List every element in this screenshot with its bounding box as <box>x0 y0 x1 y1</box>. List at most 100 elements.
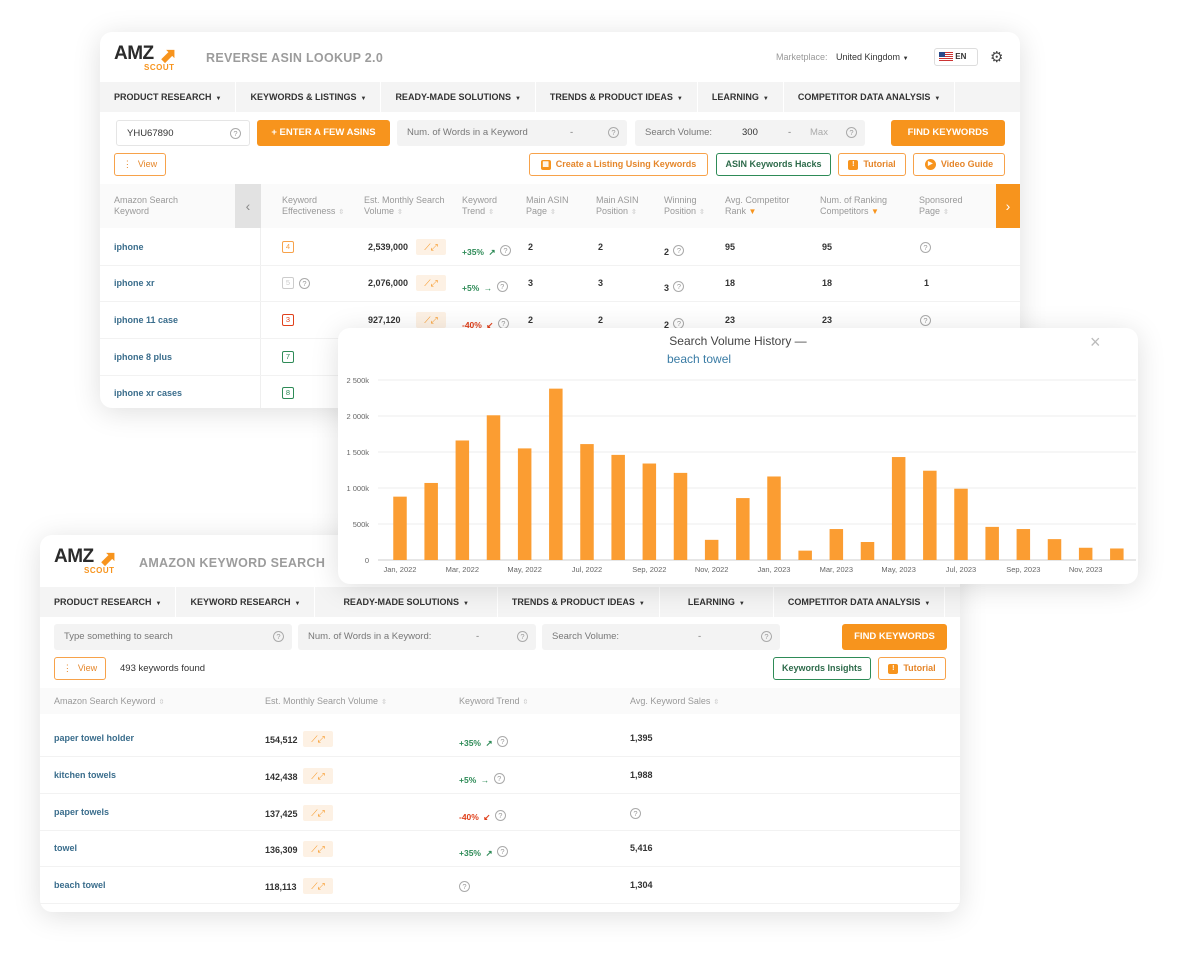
header-effectiveness[interactable]: Keyword Effectiveness ⇳ <box>282 195 352 218</box>
header-keyword[interactable]: Amazon Search Keyword <box>114 195 204 217</box>
trend-sparkline-icon[interactable]: ⟋⤢ <box>303 768 333 784</box>
filter-icon[interactable]: ▼ <box>749 207 757 216</box>
trend-sparkline-icon[interactable]: ⟋⤢ <box>416 239 446 255</box>
gear-icon[interactable]: ⚙ <box>990 48 1003 66</box>
avg-keyword-sales: 1,395 <box>630 733 653 743</box>
keyword-link[interactable]: paper towels <box>54 807 109 817</box>
keyword-link[interactable]: kitchen towels <box>54 770 116 780</box>
header-sponsored[interactable]: Sponsored Page ⇳ <box>919 195 979 218</box>
enter-asins-button[interactable]: + ENTER A FEW ASINS <box>257 120 390 146</box>
nav-learning[interactable]: LEARNING ▼ <box>698 82 784 112</box>
keyword-link[interactable]: iphone xr cases <box>114 388 182 398</box>
search-volume-max: Max <box>810 127 828 138</box>
tutorial-icon: ! <box>848 159 859 170</box>
nav-competitor[interactable]: COMPETITOR DATA ANALYSIS ▼ <box>784 82 956 112</box>
help-icon[interactable]: ? <box>496 281 508 293</box>
help-icon[interactable]: ? <box>230 128 241 139</box>
trend-sparkline-icon[interactable]: ⟋⤢ <box>416 312 446 328</box>
header-monthly[interactable]: Est. Monthly Search Volume ⇳ <box>265 696 387 708</box>
search-input[interactable]: Type something to search? <box>54 624 292 650</box>
tutorial-button[interactable]: ! Tutorial <box>878 657 946 680</box>
tutorial-button[interactable]: ! Tutorial <box>838 153 906 176</box>
nav-product-research[interactable]: PRODUCT RESEARCH ▼ <box>100 82 237 112</box>
header-main-page[interactable]: Main ASIN Page ⇳ <box>526 195 586 218</box>
amzscout-logo[interactable]: AMZ ⬈ SCOUT <box>54 546 117 575</box>
help-icon[interactable]: ? <box>517 631 528 642</box>
header-keyword[interactable]: Amazon Search Keyword ⇳ <box>54 696 164 708</box>
header-trend[interactable]: Keyword Trend ⇳ <box>459 696 528 708</box>
help-icon[interactable]: ? <box>846 127 857 138</box>
header-monthly[interactable]: Est. Monthly Search Volume ⇳ <box>364 195 450 218</box>
monthly-volume: 2,539,000 <box>368 242 409 252</box>
search-volume-input[interactable]: Search Volume: -? <box>542 624 780 650</box>
asin-hacks-button[interactable]: ASIN Keywords Hacks <box>716 153 831 176</box>
keyword-link[interactable]: iphone 11 case <box>114 315 178 325</box>
header-trend[interactable]: Keyword Trend ⇳ <box>462 195 520 218</box>
header-main-position[interactable]: Main ASIN Position ⇳ <box>596 195 658 218</box>
view-button[interactable]: ⋮ View <box>54 657 106 680</box>
nav-keywords-listings[interactable]: KEYWORDS & LISTINGS ▼ <box>236 82 382 112</box>
help-icon[interactable]: ? <box>273 631 284 642</box>
help-icon[interactable]: ? <box>608 127 619 138</box>
nav-learning[interactable]: LEARNING ▼ <box>660 587 774 617</box>
help-icon[interactable]: ? <box>920 242 931 253</box>
help-icon[interactable]: ? <box>497 846 509 858</box>
video-guide-button[interactable]: ▶ Video Guide <box>913 153 1005 176</box>
keyword-link[interactable]: iphone 8 plus <box>114 352 172 362</box>
help-icon[interactable]: ? <box>761 631 772 642</box>
help-icon[interactable]: ? <box>493 773 505 785</box>
help-icon[interactable]: ? <box>673 245 685 257</box>
header-winning-position[interactable]: Winning Position ⇳ <box>664 195 718 218</box>
keyword-link[interactable]: beach towel <box>54 880 106 890</box>
keyword-link[interactable]: iphone <box>114 242 144 252</box>
num-words-input[interactable]: Num. of Words in a Keyword -? <box>397 120 627 146</box>
nav-keyword-research[interactable]: KEYWORD RESEARCH ▼ <box>176 587 316 617</box>
header-sales[interactable]: Avg. Keyword Sales ⇳ <box>630 696 719 708</box>
language-selector[interactable]: EN <box>934 48 978 66</box>
scroll-right-button[interactable]: › <box>996 184 1020 228</box>
nav-trends[interactable]: TRENDS & PRODUCT IDEAS ▼ <box>536 82 698 112</box>
help-icon[interactable]: ? <box>494 810 506 822</box>
trend-sparkline-icon[interactable]: ⟋⤢ <box>416 275 446 291</box>
help-icon[interactable]: ? <box>299 278 310 289</box>
amzscout-logo[interactable]: AMZ ⬈ SCOUT <box>114 43 177 72</box>
help-icon[interactable]: ? <box>500 245 512 257</box>
nav-competitor[interactable]: COMPETITOR DATA ANALYSIS ▼ <box>774 587 946 617</box>
header-label: Keyword Effectiveness <box>282 195 336 216</box>
header-num-ranking[interactable]: Num. of Ranking Competitors ▼ <box>820 195 912 217</box>
nav-label: COMPETITOR DATA ANALYSIS <box>797 92 931 102</box>
num-words-input[interactable]: Num. of Words in a Keyword: -? <box>298 624 536 650</box>
view-button[interactable]: ⋮ View <box>114 153 166 176</box>
find-keywords-button[interactable]: FIND KEYWORDS <box>842 624 947 650</box>
trend-sparkline-icon[interactable]: ⟋⤢ <box>303 878 333 894</box>
marketplace-select[interactable]: United Kingdom ▼ <box>836 52 909 62</box>
nav-ready-made[interactable]: READY-MADE SOLUTIONS ▼ <box>381 82 536 112</box>
main-asin-page: 2 <box>528 242 534 252</box>
search-volume-input[interactable]: Search Volume: 300 - Max? <box>635 120 865 146</box>
keywords-insights-button[interactable]: Keywords Insights <box>773 657 871 680</box>
help-icon[interactable]: ? <box>630 808 641 819</box>
trend-sparkline-icon[interactable]: ⟋⤢ <box>303 805 333 821</box>
avg-keyword-sales: 1,988 <box>630 770 653 780</box>
create-listing-button[interactable]: ▦ Create a Listing Using Keywords <box>529 153 708 176</box>
frozen-column-divider <box>260 228 261 408</box>
find-keywords-button[interactable]: FIND KEYWORDS <box>891 120 1005 146</box>
nav-ready-made[interactable]: READY-MADE SOLUTIONS ▼ <box>315 587 498 617</box>
nav-trends[interactable]: TRENDS & PRODUCT IDEAS ▼ <box>498 587 660 617</box>
help-icon[interactable]: ? <box>497 736 509 748</box>
keyword-link[interactable]: towel <box>54 843 77 853</box>
chart-bar <box>985 526 999 560</box>
keyword-link[interactable]: iphone xr <box>114 278 155 288</box>
scroll-left-button[interactable]: ‹ <box>235 184 261 228</box>
trend-sparkline-icon[interactable]: ⟋⤢ <box>303 841 333 857</box>
help-icon[interactable]: ? <box>920 315 931 326</box>
nav-product-research[interactable]: PRODUCT RESEARCH ▼ <box>40 587 177 617</box>
filter-icon[interactable]: ▼ <box>871 207 879 216</box>
help-icon[interactable]: ? <box>459 881 470 892</box>
header-avg-rank[interactable]: Avg. Competitor Rank ▼ <box>725 195 807 217</box>
effectiveness-badge: 8 <box>282 387 294 399</box>
asin-input[interactable]: YHU67890? <box>116 120 250 146</box>
trend-sparkline-icon[interactable]: ⟋⤢ <box>303 731 333 747</box>
help-icon[interactable]: ? <box>673 281 685 293</box>
keyword-link[interactable]: paper towel holder <box>54 733 134 743</box>
